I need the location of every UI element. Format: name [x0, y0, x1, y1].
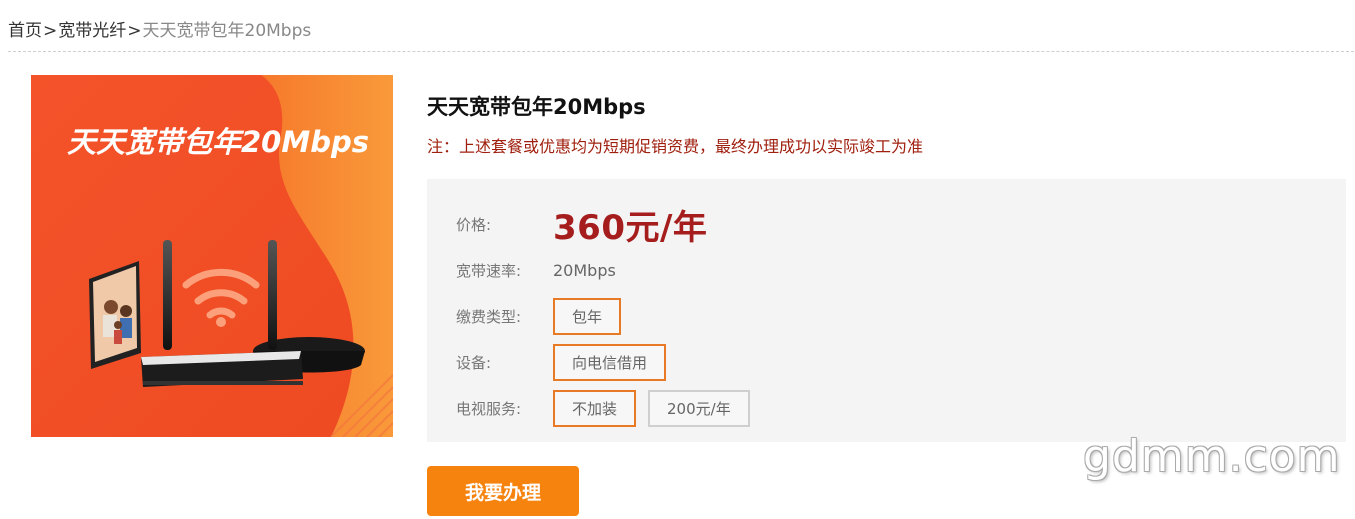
- divider: [8, 51, 1354, 52]
- breadcrumb-separator: >: [127, 21, 142, 41]
- image-caption: 天天宽带包年20Mbps: [67, 125, 369, 159]
- speed-row: 宽带速率: 20Mbps: [456, 260, 616, 281]
- apply-button[interactable]: 我要办理: [427, 466, 579, 516]
- tv-service-label: 电视服务:: [456, 400, 522, 418]
- payment-option-annual[interactable]: 包年: [553, 298, 622, 335]
- speed-label: 宽带速率:: [456, 262, 522, 280]
- watermark: gdmm.com: [1083, 431, 1341, 482]
- payment-type-label: 缴费类型:: [456, 308, 522, 326]
- breadcrumb-separator: >: [43, 21, 58, 41]
- tv-service-row: 电视服务: 不加装 200元/年: [456, 390, 762, 427]
- breadcrumb-home-link[interactable]: 首页: [8, 21, 42, 41]
- speed-value: 20Mbps: [553, 261, 616, 280]
- device-row: 设备: 向电信借用: [456, 344, 678, 381]
- tv-option-200-per-year[interactable]: 200元/年: [648, 390, 750, 427]
- price-label: 价格:: [456, 216, 492, 234]
- breadcrumb-category-link[interactable]: 宽带光纤: [58, 21, 126, 41]
- spec-panel: 价格: 360元/年 宽带速率: 20Mbps 缴费类型: 包年 设备: 向电信…: [427, 179, 1346, 442]
- payment-type-row: 缴费类型: 包年: [456, 298, 633, 335]
- device-label: 设备:: [456, 354, 492, 372]
- product-image: 天天宽带包年20Mbps: [31, 75, 393, 437]
- price-row: 价格: 360元/年: [456, 200, 707, 249]
- breadcrumb: 首页>宽带光纤>天天宽带包年20Mbps: [8, 16, 311, 41]
- product-title: 天天宽带包年20Mbps: [427, 95, 646, 119]
- price-value: 360元/年: [553, 208, 708, 248]
- breadcrumb-current: 天天宽带包年20Mbps: [142, 21, 312, 41]
- tv-icon: [89, 261, 141, 369]
- device-option-borrow[interactable]: 向电信借用: [553, 344, 667, 381]
- tv-option-none[interactable]: 不加装: [553, 390, 637, 427]
- promo-notice: 注：上述套餐或优惠均为短期促销资费，最终办理成功以实际竣工为准: [427, 137, 924, 156]
